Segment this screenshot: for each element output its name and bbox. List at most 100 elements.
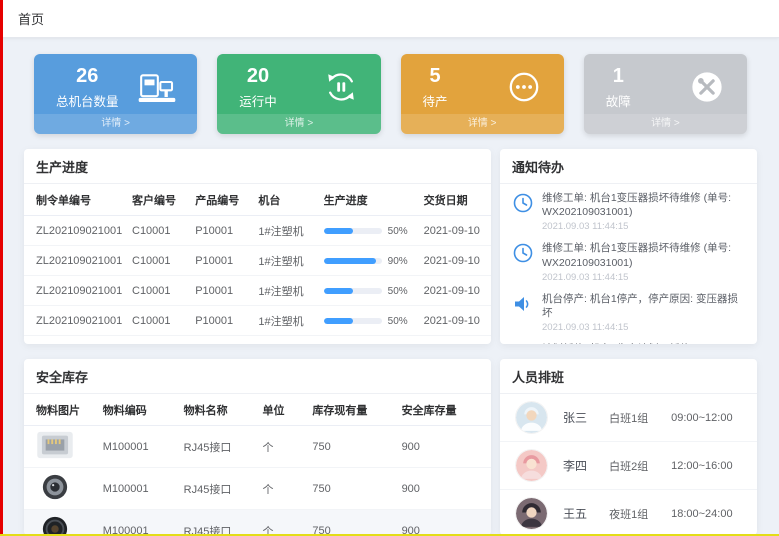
panel-title-inventory: 安全库存 [24, 359, 491, 394]
stat-card-running[interactable]: 20 运行中 详情 > [217, 54, 380, 134]
cell-product: P10001 [191, 216, 254, 246]
notification-item[interactable]: 维修工单: 机台1变压器损坏待维修 (单号: WX202109031001) 2… [500, 236, 757, 286]
stat-value-standby: 5 [423, 65, 448, 87]
table-row: M100001 RJ45接口 个 750 900 [24, 510, 491, 536]
card-detail-link-standby[interactable]: 详情 > [401, 114, 564, 134]
notification-text: 维修工单: 机台1变压器损坏待维修 (单号: WX202109031001) [542, 191, 745, 219]
notifications-panel: 通知待办 维修工单: 机台1变压器损坏待维修 (单号: WX2021090310… [500, 149, 757, 344]
left-edge-accent [0, 0, 3, 536]
cell-safety-qty: 900 [398, 426, 491, 468]
cell-material-name: RJ45接口 [180, 426, 259, 468]
stat-label-standby: 待产 [423, 91, 448, 110]
schedule-row: 王五 夜班1组 18:00~24:00 [500, 490, 757, 535]
cell-product: P10001 [191, 276, 254, 306]
staff-time: 09:00~12:00 [671, 412, 741, 424]
tab-home[interactable]: 首页 [18, 9, 44, 28]
progress-bar [324, 318, 382, 324]
staff-name: 李四 [563, 457, 609, 474]
cell-customer: C10001 [128, 336, 191, 345]
cell-date: 2021-09-10 [420, 216, 491, 246]
cell-material-name: RJ45接口 [180, 510, 259, 536]
cell-customer: C10001 [128, 246, 191, 276]
stat-card-total-machines[interactable]: 26 总机台数量 详情 > [34, 54, 197, 134]
cell-unit: 个 [259, 510, 309, 536]
schedule-row: 李四 白班2组 12:00~16:00 [500, 442, 757, 490]
card-detail-link-fault[interactable]: 详情 > [584, 114, 747, 134]
cell-product: P10001 [191, 336, 254, 345]
notification-list: 维修工单: 机台1变压器损坏待维修 (单号: WX202109031001) 2… [500, 184, 757, 344]
card-detail-link-total[interactable]: 详情 > [34, 114, 197, 134]
standby-icon [504, 68, 544, 106]
production-progress-panel: 生产进度 制令单编号 客户编号 产品编号 机台 生产进度 交货日期 ZL2021 [24, 149, 491, 344]
machine-icon [137, 68, 177, 106]
col-date: 交货日期 [420, 184, 491, 216]
cell-material-name: RJ45接口 [180, 468, 259, 510]
notification-text: 计划暂停: 机台1生产计划已暂停 [542, 342, 690, 344]
table-row: ZL202109021001 C10001 P10001 1#注塑机 90% 2… [24, 246, 491, 276]
stat-card-fault[interactable]: 1 故障 详情 > [584, 54, 747, 134]
notification-text: 维修工单: 机台1变压器损坏待维修 (单号: WX202109031001) [542, 241, 745, 269]
staff-shift: 白班1组 [609, 410, 671, 426]
col-safety-qty: 安全库存量 [398, 394, 491, 426]
running-icon [321, 68, 361, 106]
progress-label: 50% [388, 286, 408, 297]
cell-machine: 1#注塑机 [254, 216, 319, 246]
cell-progress: 50% [320, 276, 420, 306]
notification-item[interactable]: 计划暂停: 机台1生产计划已暂停 2021.09.03 11:44:15 [500, 337, 757, 344]
col-material-name: 物料名称 [180, 394, 259, 426]
cell-customer: C10001 [128, 306, 191, 336]
cell-unit: 个 [259, 426, 309, 468]
stat-value-fault: 1 [606, 65, 631, 87]
panel-title-production: 生产进度 [24, 149, 491, 184]
stat-card-standby[interactable]: 5 待产 详情 > [401, 54, 564, 134]
progress-label: 50% [388, 316, 408, 327]
notification-item[interactable]: 维修工单: 机台1变压器损坏待维修 (单号: WX202109031001) 2… [500, 186, 757, 236]
staff-time: 18:00~24:00 [671, 508, 741, 520]
col-machine: 机台 [254, 184, 319, 216]
inventory-table: 物料图片 物料编码 物料名称 单位 库存现有量 安全库存量 [24, 394, 491, 535]
col-product: 产品编号 [191, 184, 254, 216]
cell-material-code: M100001 [99, 468, 180, 510]
cell-stock-qty: 750 [308, 510, 397, 536]
card-detail-link-running[interactable]: 详情 > [217, 114, 380, 134]
card-body: 5 待产 [401, 54, 564, 114]
table-row: ZL202109021001 C10001 P10001 1#注塑机 50% 2… [24, 216, 491, 246]
cell-order: ZL202109021001 [24, 216, 128, 246]
speaker-icon [512, 342, 534, 344]
col-progress: 生产进度 [320, 184, 420, 216]
cell-progress: 50% [320, 216, 420, 246]
cell-material-image [24, 468, 99, 510]
cell-safety-qty: 900 [398, 468, 491, 510]
cell-product: P10001 [191, 306, 254, 336]
table-header-row: 物料图片 物料编码 物料名称 单位 库存现有量 安全库存量 [24, 394, 491, 426]
progress-label: 50% [388, 226, 408, 237]
progress-bar [324, 288, 382, 294]
notification-item[interactable]: 机台停产: 机台1停产，停产原因: 变压器损坏 2021.09.03 11:44… [500, 287, 757, 337]
col-material-code: 物料编码 [99, 394, 180, 426]
cell-material-code: M100001 [99, 510, 180, 536]
table-row: M100001 RJ45接口 个 750 900 [24, 426, 491, 468]
round-connector-photo [36, 492, 74, 504]
progress-label: 90% [388, 256, 408, 267]
fault-icon [687, 68, 727, 106]
cell-order: ZL202109021001 [24, 246, 128, 276]
progress-bar [324, 228, 382, 234]
cell-order: ZL202109021001 [24, 306, 128, 336]
stat-label-fault: 故障 [606, 91, 631, 110]
staff-shift: 夜班1组 [609, 506, 671, 522]
staff-name: 张三 [563, 409, 609, 426]
cell-safety-qty: 900 [398, 510, 491, 536]
avatar [516, 450, 547, 481]
top-bar: 首页 [0, 0, 779, 38]
cell-machine: 1#注塑机 [254, 336, 319, 345]
cell-date: 2021-09-10 [420, 246, 491, 276]
cell-unit: 个 [259, 468, 309, 510]
cell-order: ZL202109021001 [24, 276, 128, 306]
card-body: 1 故障 [584, 54, 747, 114]
table-row: ZL202109021001 C10001 P10001 1#注塑机 50% 2… [24, 276, 491, 306]
cell-material-code: M100001 [99, 426, 180, 468]
stat-value-total: 26 [56, 65, 119, 87]
cell-customer: C10001 [128, 216, 191, 246]
cell-machine: 1#注塑机 [254, 246, 319, 276]
table-row: ZL202109021001 C10001 P10001 1#注塑机 50% 2… [24, 306, 491, 336]
